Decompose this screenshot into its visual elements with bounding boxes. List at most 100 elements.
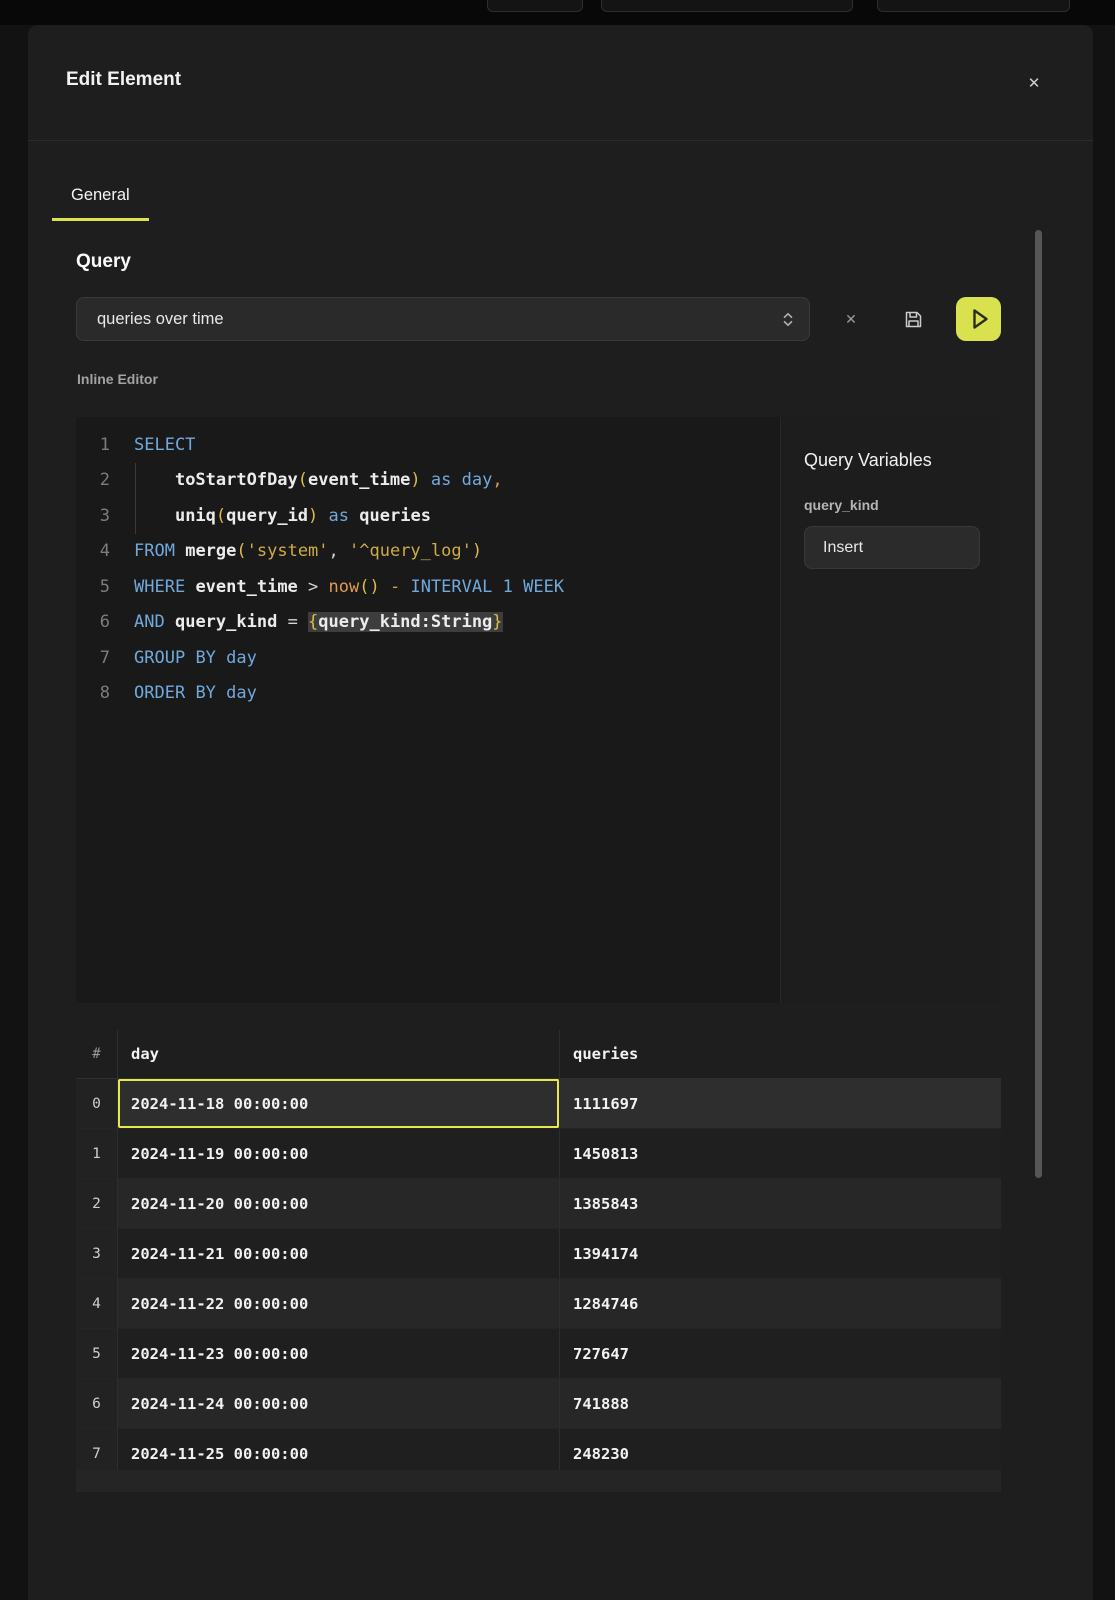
code-token: day	[226, 683, 257, 703]
code-token: query_id	[226, 506, 308, 526]
close-button[interactable]: ✕	[1020, 69, 1048, 97]
code-token: FROM	[134, 541, 175, 561]
save-icon	[903, 309, 924, 330]
line-number: 1	[76, 435, 110, 455]
code-token: toStartOfDay	[175, 470, 298, 490]
code-text: WHERE event_time > now() - INTERVAL 1 WE…	[134, 577, 564, 597]
table-row[interactable]: 12024-11-19 00:00:001450813	[76, 1129, 1001, 1179]
inline-editor: 1SELECT2 toStartOfDay(event_time) as day…	[76, 417, 1001, 1003]
queries-cell[interactable]: 741888	[560, 1379, 1001, 1428]
code-token	[185, 683, 195, 703]
topbar-button[interactable]	[601, 0, 853, 12]
code-token: {	[308, 612, 318, 632]
dialog-title: Edit Element	[66, 69, 181, 91]
query-variables-title: Query Variables	[804, 450, 1001, 471]
table-header-row: #dayqueries	[76, 1030, 1001, 1079]
results-table: #dayqueries02024-11-18 00:00:00111169712…	[76, 1030, 1001, 1479]
code-token	[513, 577, 523, 597]
code-token: -	[390, 577, 400, 597]
code-token: AND	[134, 612, 165, 632]
column-header-index: #	[76, 1030, 118, 1078]
query-select[interactable]: queries over time	[76, 297, 810, 341]
tab-general[interactable]: General	[52, 173, 149, 221]
code-token: INTERVAL	[410, 577, 492, 597]
code-token	[185, 577, 195, 597]
clear-icon: ✕	[845, 311, 857, 328]
queries-cell[interactable]: 1450813	[560, 1129, 1001, 1178]
code-token: 'system'	[247, 541, 329, 561]
code-token: event_time	[195, 577, 297, 597]
table-row[interactable]: 02024-11-18 00:00:001111697	[76, 1079, 1001, 1129]
line-number: 6	[76, 612, 110, 632]
table-row[interactable]: 42024-11-22 00:00:001284746	[76, 1279, 1001, 1329]
code-editor[interactable]: 1SELECT2 toStartOfDay(event_time) as day…	[76, 417, 780, 1003]
code-token: query_kind:String	[318, 612, 492, 632]
code-text: GROUP BY day	[134, 648, 257, 668]
top-bar	[0, 0, 1115, 25]
code-token	[134, 506, 175, 526]
save-query-button[interactable]	[899, 305, 927, 333]
table-row[interactable]: 22024-11-20 00:00:001385843	[76, 1179, 1001, 1229]
code-token: ORDER	[134, 683, 185, 703]
code-token: as	[431, 470, 451, 490]
code-text: SELECT	[134, 435, 195, 455]
line-number: 7	[76, 648, 110, 668]
code-text: AND query_kind = {query_kind:String}	[134, 612, 503, 632]
topbar-button[interactable]	[877, 0, 1070, 12]
queries-cell[interactable]: 1111697	[560, 1079, 1001, 1128]
code-token: query_kind	[175, 612, 277, 632]
topbar-button[interactable]	[487, 0, 583, 12]
code-token: BY	[195, 683, 215, 703]
code-token	[216, 683, 226, 703]
insert-variable-button[interactable]: Insert	[804, 526, 980, 569]
code-line: 1 SELECT	[76, 427, 780, 463]
code-token	[400, 577, 410, 597]
day-cell[interactable]: 2024-11-22 00:00:00	[118, 1279, 560, 1328]
queries-cell[interactable]: 1394174	[560, 1229, 1001, 1278]
column-header-queries: queries	[560, 1030, 1001, 1078]
code-text: FROM merge('system', '^query_log')	[134, 541, 482, 561]
queries-cell[interactable]: 727647	[560, 1329, 1001, 1378]
query-heading: Query	[76, 250, 131, 274]
row-index-cell: 3	[76, 1229, 118, 1278]
code-token: queries	[359, 506, 431, 526]
queries-cell[interactable]: 1385843	[560, 1179, 1001, 1228]
line-number: 4	[76, 541, 110, 561]
code-line: 7 GROUP BY day	[76, 640, 780, 676]
code-token	[175, 541, 185, 561]
code-token: WHERE	[134, 577, 185, 597]
code-token: now	[329, 577, 360, 597]
day-cell[interactable]: 2024-11-20 00:00:00	[118, 1179, 560, 1228]
code-token: WEEK	[523, 577, 564, 597]
code-token: )	[308, 506, 318, 526]
code-token	[134, 470, 175, 490]
run-query-button[interactable]	[956, 297, 1001, 341]
variable-name-label: query_kind	[804, 497, 1001, 513]
day-cell[interactable]: 2024-11-18 00:00:00	[118, 1079, 560, 1128]
code-text: ORDER BY day	[134, 683, 257, 703]
code-token: ,	[329, 541, 349, 561]
code-line: 4 FROM merge('system', '^query_log')	[76, 534, 780, 570]
day-cell[interactable]: 2024-11-21 00:00:00	[118, 1229, 560, 1278]
day-cell[interactable]: 2024-11-19 00:00:00	[118, 1129, 560, 1178]
day-cell[interactable]: 2024-11-23 00:00:00	[118, 1329, 560, 1378]
code-token	[451, 470, 461, 490]
code-token: 1	[503, 577, 513, 597]
code-lines: 1SELECT2 toStartOfDay(event_time) as day…	[76, 427, 780, 711]
code-line: 3 uniq(query_id) as queries	[76, 498, 780, 534]
code-token: merge	[185, 541, 236, 561]
table-row[interactable]: 52024-11-23 00:00:00727647	[76, 1329, 1001, 1379]
code-token: ()	[359, 577, 379, 597]
queries-cell[interactable]: 1284746	[560, 1279, 1001, 1328]
code-token	[165, 612, 175, 632]
scrollbar-thumb[interactable]	[1035, 230, 1042, 1178]
code-token: )	[410, 470, 420, 490]
day-cell[interactable]: 2024-11-24 00:00:00	[118, 1379, 560, 1428]
table-row[interactable]: 32024-11-21 00:00:001394174	[76, 1229, 1001, 1279]
code-line: 5 WHERE event_time > now() - INTERVAL 1 W…	[76, 569, 780, 605]
inline-editor-label: Inline Editor	[77, 371, 158, 387]
line-number: 5	[76, 577, 110, 597]
clear-query-button[interactable]: ✕	[839, 307, 863, 331]
insert-button-label: Insert	[823, 539, 863, 557]
table-row[interactable]: 62024-11-24 00:00:00741888	[76, 1379, 1001, 1429]
